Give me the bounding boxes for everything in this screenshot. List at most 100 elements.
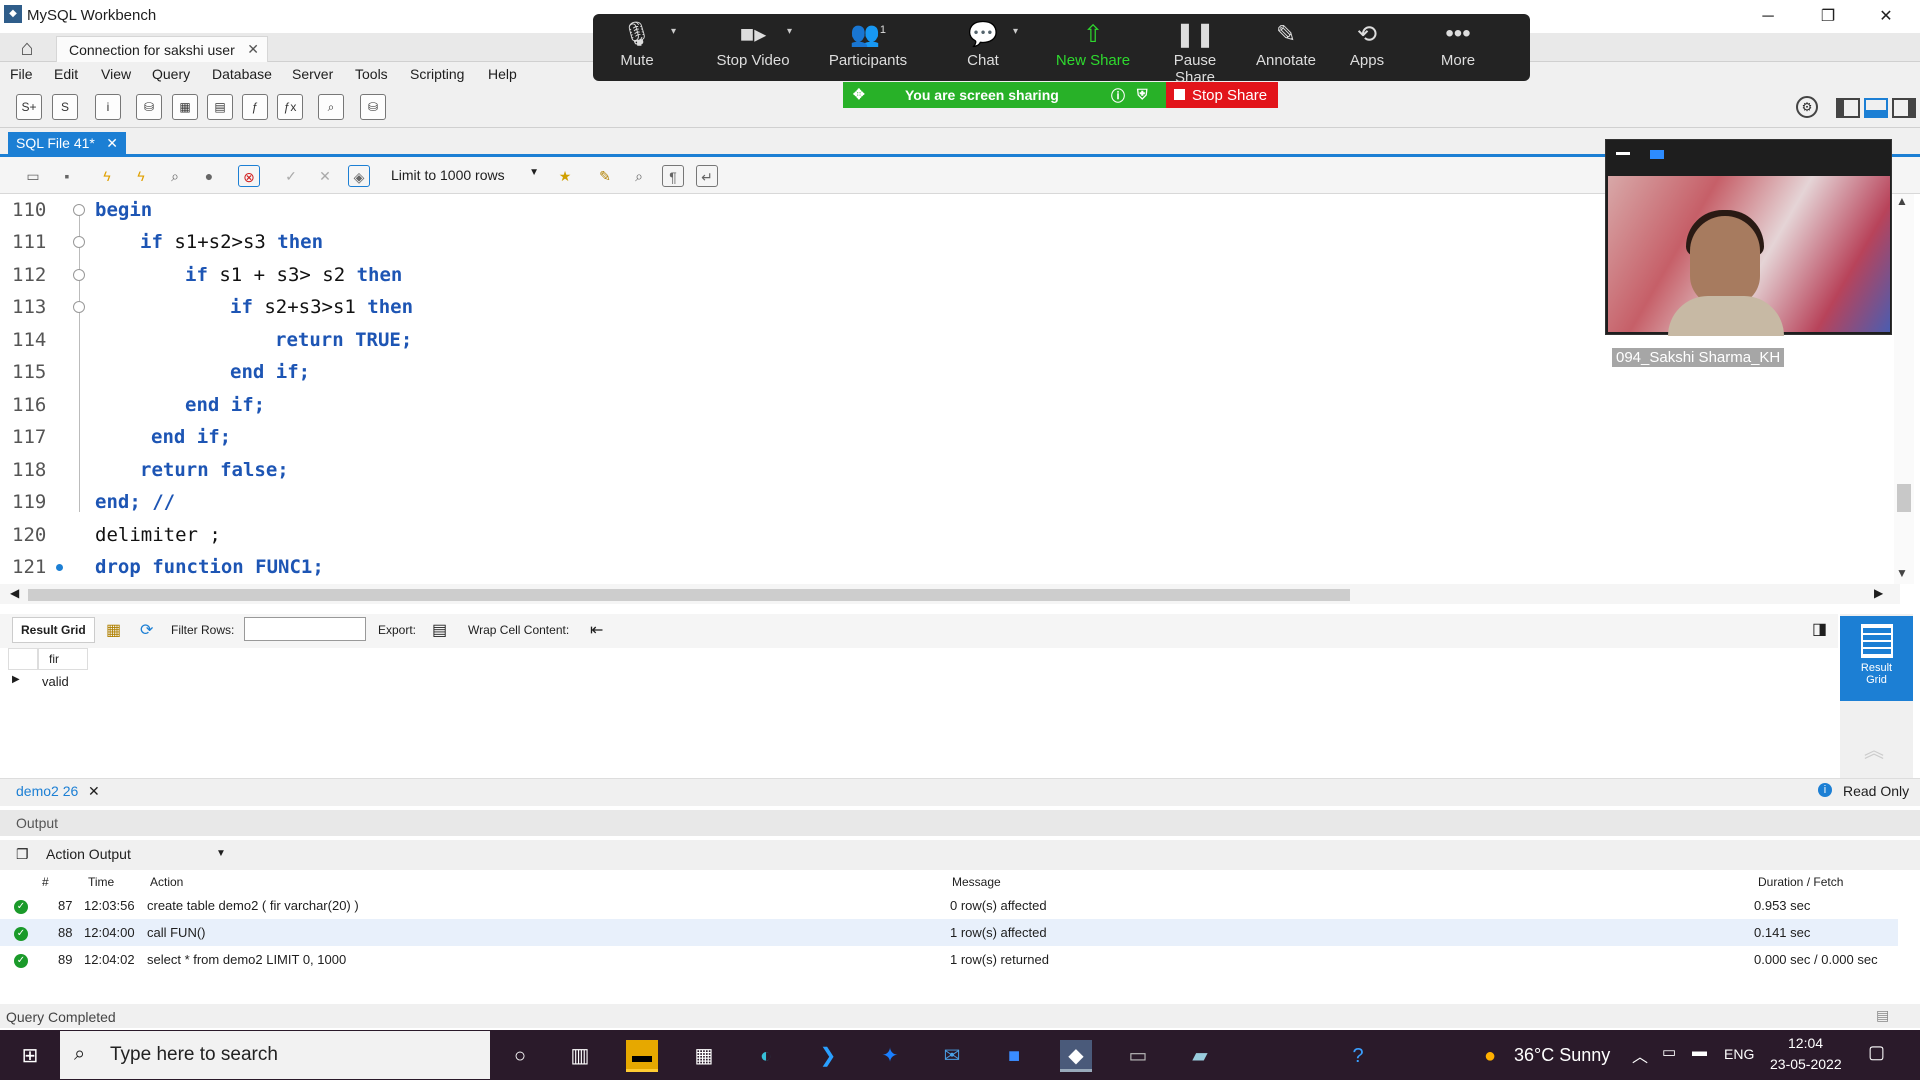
dropbox-icon[interactable]: ✦ — [874, 1040, 906, 1072]
editor-vertical-scrollbar[interactable]: ▲ ▼ — [1894, 194, 1914, 584]
wrap-lines-icon[interactable]: ↵ — [696, 165, 718, 187]
chevron-down-icon[interactable]: ▾ — [671, 26, 676, 37]
close-window-button[interactable]: ✕ — [1858, 0, 1914, 33]
video-view-icon[interactable] — [1650, 150, 1664, 159]
add-snippet-icon[interactable]: ★ — [554, 165, 576, 187]
rollback-icon[interactable]: ✕ — [314, 165, 336, 187]
editor-horizontal-scrollbar[interactable]: ◀ ▶ — [0, 584, 1900, 604]
fold-marker-icon[interactable] — [73, 204, 85, 216]
invisible-chars-icon[interactable]: ¶ — [662, 165, 684, 187]
chat-button[interactable]: 💬 Chat — [953, 20, 1013, 69]
menu-query[interactable]: Query — [152, 66, 190, 82]
scroll-down-icon[interactable]: ▼ — [1896, 566, 1908, 580]
security-shield-icon[interactable]: ⛨ — [1137, 86, 1148, 103]
participant-video-window[interactable]: 094_Sakshi Sharma_KH — [1605, 139, 1892, 367]
mail-icon[interactable]: ✉ — [936, 1040, 968, 1072]
restore-button[interactable]: ❐ — [1800, 0, 1856, 33]
stop-share-button[interactable]: Stop Share — [1166, 82, 1278, 108]
fold-marker-icon[interactable] — [73, 301, 85, 313]
find-icon[interactable]: ⌕ — [628, 165, 650, 187]
fold-marker-icon[interactable] — [73, 269, 85, 281]
clock-date[interactable]: 23-05-2022 — [1770, 1056, 1842, 1072]
autocommit-icon[interactable]: ◈ — [348, 165, 370, 187]
refresh-icon[interactable]: ⟳ — [140, 620, 153, 640]
mysql-shell-icon[interactable]: ▭ — [1122, 1040, 1154, 1072]
taskbar-search-box[interactable]: ⌕ Type here to search — [60, 1031, 490, 1079]
scroll-left-icon[interactable]: ◀ — [10, 586, 19, 600]
create-function-icon[interactable]: ƒx — [277, 94, 303, 120]
inspector-icon[interactable]: i — [95, 94, 121, 120]
result-grid-side-button[interactable]: Result Grid — [1840, 616, 1913, 701]
scroll-thumb[interactable] — [28, 589, 1350, 601]
create-procedure-icon[interactable]: ƒ — [242, 94, 268, 120]
table-row[interactable]: ✓ 89 12:04:02 select * from demo2 LIMIT … — [0, 946, 1898, 973]
apps-button[interactable]: ⟲ Apps — [1345, 20, 1389, 69]
file-explorer-icon[interactable]: ▬ — [626, 1040, 658, 1072]
screen-sharing-banner[interactable]: ✥ You are screen sharing ⓘ ⛨ — [843, 82, 1166, 108]
open-sql-script-icon[interactable]: S — [52, 94, 78, 120]
microsoft-store-icon[interactable]: ▦ — [688, 1040, 720, 1072]
beautify-icon[interactable]: ✎ — [594, 165, 616, 187]
home-icon[interactable]: ⌂ — [12, 35, 42, 60]
menu-database[interactable]: Database — [212, 66, 272, 82]
toggle-sidebar-icon[interactable] — [1836, 98, 1860, 118]
minimize-video-icon[interactable] — [1616, 152, 1630, 155]
participants-button[interactable]: 👥1 Participants — [823, 20, 913, 69]
create-schema-icon[interactable]: ⛁ — [136, 94, 162, 120]
pause-share-button[interactable]: ❚❚ Pause Share — [1153, 20, 1237, 86]
new-share-button[interactable]: ⇧ New Share — [1053, 20, 1133, 69]
weather-text[interactable]: 36°C Sunny — [1514, 1045, 1610, 1066]
chevron-down-icon[interactable]: ▾ — [787, 26, 792, 37]
screen-share-info-icon[interactable]: ⓘ — [1111, 86, 1125, 106]
toggle-continue-on-error-icon[interactable]: ⊗ — [238, 165, 260, 187]
menu-tools[interactable]: Tools — [355, 66, 388, 82]
explain-icon[interactable]: ⌕ — [164, 165, 186, 187]
scroll-right-icon[interactable]: ▶ — [1874, 586, 1883, 600]
grid-cell[interactable]: valid — [42, 674, 69, 689]
close-icon[interactable]: ✕ — [88, 783, 100, 800]
more-button[interactable]: ••• More — [1433, 20, 1483, 69]
copy-icon[interactable]: ❐ — [16, 846, 29, 863]
task-view-icon[interactable]: ▥ — [564, 1040, 596, 1072]
search-table-data-icon[interactable]: ⌕ — [318, 94, 344, 120]
create-view-icon[interactable]: ▤ — [207, 94, 233, 120]
network-icon[interactable]: ▭ — [1662, 1043, 1676, 1061]
language-indicator[interactable]: ENG — [1724, 1046, 1754, 1062]
annotate-button[interactable]: ✎ Annotate — [1253, 20, 1319, 69]
windows-start-icon[interactable]: ⊞ — [14, 1040, 46, 1072]
menu-edit[interactable]: Edit — [54, 66, 78, 82]
toggle-secondary-sidebar-icon[interactable] — [1892, 98, 1916, 118]
minimize-button[interactable]: ─ — [1740, 0, 1796, 33]
stop-icon[interactable]: ● — [198, 165, 220, 187]
wrap-cell-icon[interactable]: ⇤ — [590, 620, 603, 640]
fold-marker-icon[interactable] — [73, 236, 85, 248]
commit-icon[interactable]: ✓ — [280, 165, 302, 187]
vscode-icon[interactable]: ❯ — [812, 1040, 844, 1072]
status-panel-icon[interactable]: ▤ — [1876, 1007, 1889, 1024]
close-icon[interactable]: ✕ — [247, 41, 259, 58]
clock-time[interactable]: 12:04 — [1788, 1035, 1823, 1051]
export-icon[interactable]: ▤ — [432, 620, 447, 640]
edge-icon[interactable]: ◐ — [750, 1040, 782, 1072]
result-grid-tab[interactable]: Result Grid — [12, 617, 95, 643]
zoom-icon[interactable]: ■ — [998, 1040, 1030, 1072]
filter-rows-input[interactable] — [244, 617, 366, 641]
show-hidden-icons-icon[interactable]: ︿ — [1632, 1043, 1648, 1067]
execute-icon[interactable]: ϟ — [96, 165, 118, 187]
mysql-workbench-taskbar-icon[interactable]: ◆ — [1060, 1040, 1092, 1072]
close-icon[interactable]: ✕ — [106, 135, 118, 152]
scroll-thumb[interactable] — [1897, 484, 1911, 512]
menu-help[interactable]: Help — [488, 66, 517, 82]
menu-file[interactable]: File — [10, 66, 33, 82]
result-grid[interactable]: fir ▶ valid — [0, 648, 1840, 780]
limit-rows-select[interactable]: Limit to 1000 rows ▼ — [391, 167, 539, 187]
battery-icon[interactable]: ▬ — [1692, 1043, 1707, 1060]
stop-video-button[interactable]: ■▸ Stop Video — [711, 20, 795, 69]
table-row[interactable]: ✓ 87 12:03:56 create table demo2 ( fir v… — [0, 892, 1898, 919]
form-editor-icon[interactable]: ▦ — [106, 620, 121, 640]
sql-file-tab[interactable]: SQL File 41* ✕ — [8, 132, 126, 154]
menu-scripting[interactable]: Scripting — [410, 66, 464, 82]
settings-gear-icon[interactable]: ⚙ — [1796, 96, 1818, 118]
panel-scroll-icon[interactable]: ︽ — [1864, 734, 1884, 763]
toggle-output-icon[interactable] — [1864, 98, 1888, 118]
